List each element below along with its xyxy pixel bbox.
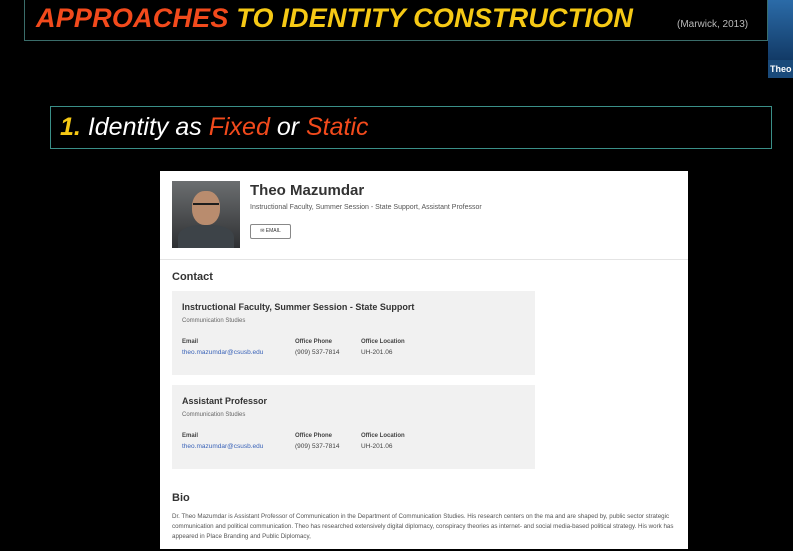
phone-value: (909) 537-7814 bbox=[295, 349, 340, 356]
participant-video-tile[interactable]: Theo bbox=[768, 0, 793, 78]
phone-label: Office Phone bbox=[295, 339, 333, 345]
email-link[interactable]: theo.mazumdar@csusb.edu bbox=[182, 349, 263, 356]
contact-department: Communication Studies bbox=[182, 412, 246, 418]
subtitle-number: 1. bbox=[60, 113, 81, 141]
location-label: Office Location bbox=[361, 433, 405, 439]
subtitle-static: Static bbox=[306, 113, 369, 141]
contact-heading: Contact bbox=[172, 271, 213, 283]
participant-name: Theo bbox=[770, 64, 792, 74]
slide-subtitle: 1. Identity as Fixed or Static bbox=[60, 113, 369, 142]
bio-text: Dr. Theo Mazumdar is Assistant Professor… bbox=[172, 513, 674, 540]
subtitle-fixed: Fixed bbox=[208, 113, 270, 141]
slide-title: APPROACHES TO IDENTITY CONSTRUCTION bbox=[36, 3, 633, 34]
profile-card: Theo Mazumdar Instructional Faculty, Sum… bbox=[160, 171, 688, 549]
contact-title: Instructional Faculty, Summer Session - … bbox=[182, 302, 415, 312]
contact-department: Communication Studies bbox=[182, 318, 246, 324]
email-button-label: EMAIL bbox=[265, 228, 281, 234]
citation: (Marwick, 2013) bbox=[677, 19, 749, 30]
location-value: UH-201.06 bbox=[361, 349, 393, 356]
contact-box: Assistant Professor Communication Studie… bbox=[172, 385, 535, 469]
profile-photo bbox=[172, 181, 240, 248]
divider bbox=[160, 259, 688, 260]
profile-name: Theo Mazumdar bbox=[250, 182, 365, 199]
title-approaches: APPROACHES bbox=[36, 3, 229, 33]
subtitle-text1: Identity as bbox=[87, 113, 202, 141]
contact-box: Instructional Faculty, Summer Session - … bbox=[172, 291, 535, 375]
email-link[interactable]: theo.mazumdar@csusb.edu bbox=[182, 443, 263, 450]
participant-video bbox=[768, 0, 793, 60]
subtitle-text2: or bbox=[276, 113, 300, 141]
phone-label: Office Phone bbox=[295, 433, 333, 439]
email-label: Email bbox=[182, 433, 199, 439]
bio-heading: Bio bbox=[172, 492, 190, 504]
email-button[interactable]: ✉ EMAIL bbox=[250, 224, 291, 239]
title-rest: TO IDENTITY CONSTRUCTION bbox=[236, 3, 634, 33]
phone-value: (909) 537-7814 bbox=[295, 443, 340, 450]
location-value: UH-201.06 bbox=[361, 443, 393, 450]
contact-title: Assistant Professor bbox=[182, 396, 268, 406]
mail-icon: ✉ bbox=[260, 228, 265, 234]
email-label: Email bbox=[182, 339, 199, 345]
profile-role: Instructional Faculty, Summer Session - … bbox=[250, 204, 482, 211]
location-label: Office Location bbox=[361, 339, 405, 345]
